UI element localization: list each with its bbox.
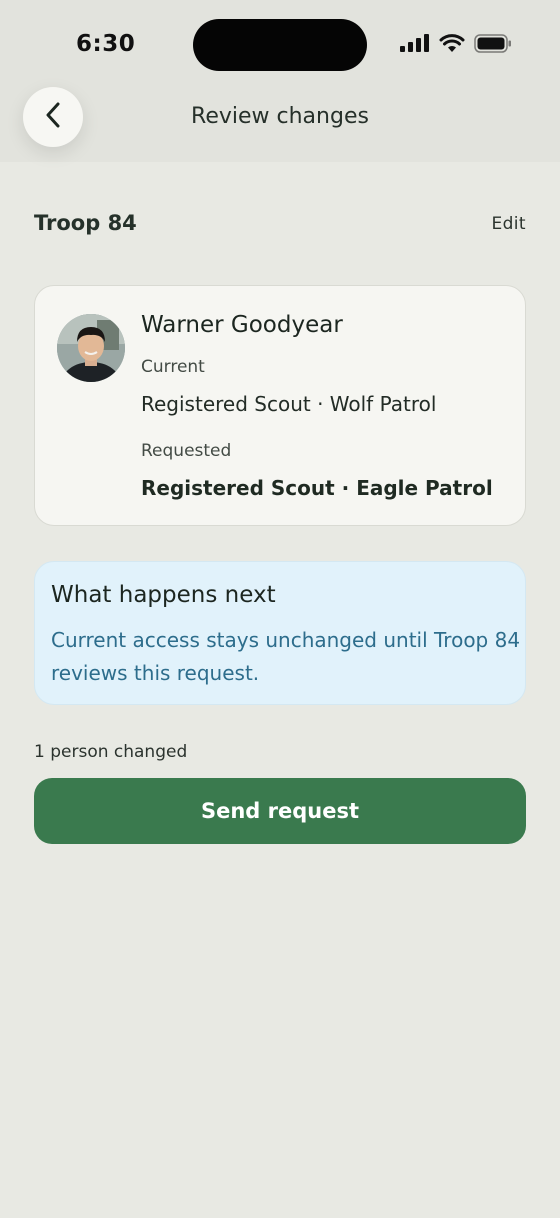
requested-role-value: Registered Scout · Eagle Patrol: [141, 476, 493, 500]
troop-section-header: Troop 84 Edit: [34, 208, 526, 240]
change-count: 1 person changed: [34, 742, 188, 762]
current-role-value: Registered Scout · Wolf Patrol: [141, 392, 437, 416]
status-bar: 6:30: [0, 0, 560, 88]
dynamic-island: [193, 19, 367, 71]
status-icons: [400, 33, 512, 57]
wifi-icon: [439, 33, 465, 57]
avatar: [57, 314, 125, 382]
requested-role-label: Requested: [141, 441, 232, 461]
edit-button[interactable]: Edit: [491, 214, 526, 234]
next-steps-info-card: What happens next Current access stays u…: [34, 561, 526, 705]
info-body: Current access stays unchanged until Tro…: [51, 628, 521, 685]
page-title: Review changes: [191, 104, 369, 129]
cellular-signal-icon: [400, 34, 430, 56]
battery-icon: [474, 33, 512, 57]
status-time: 6:30: [76, 31, 136, 57]
person-change-card: Warner Goodyear Current Registered Scout…: [34, 285, 526, 526]
current-role-label: Current: [141, 357, 205, 377]
person-name: Warner Goodyear: [141, 312, 343, 338]
troop-title: Troop 84: [34, 211, 137, 235]
send-request-button[interactable]: Send request: [34, 778, 526, 844]
info-title: What happens next: [51, 582, 276, 608]
